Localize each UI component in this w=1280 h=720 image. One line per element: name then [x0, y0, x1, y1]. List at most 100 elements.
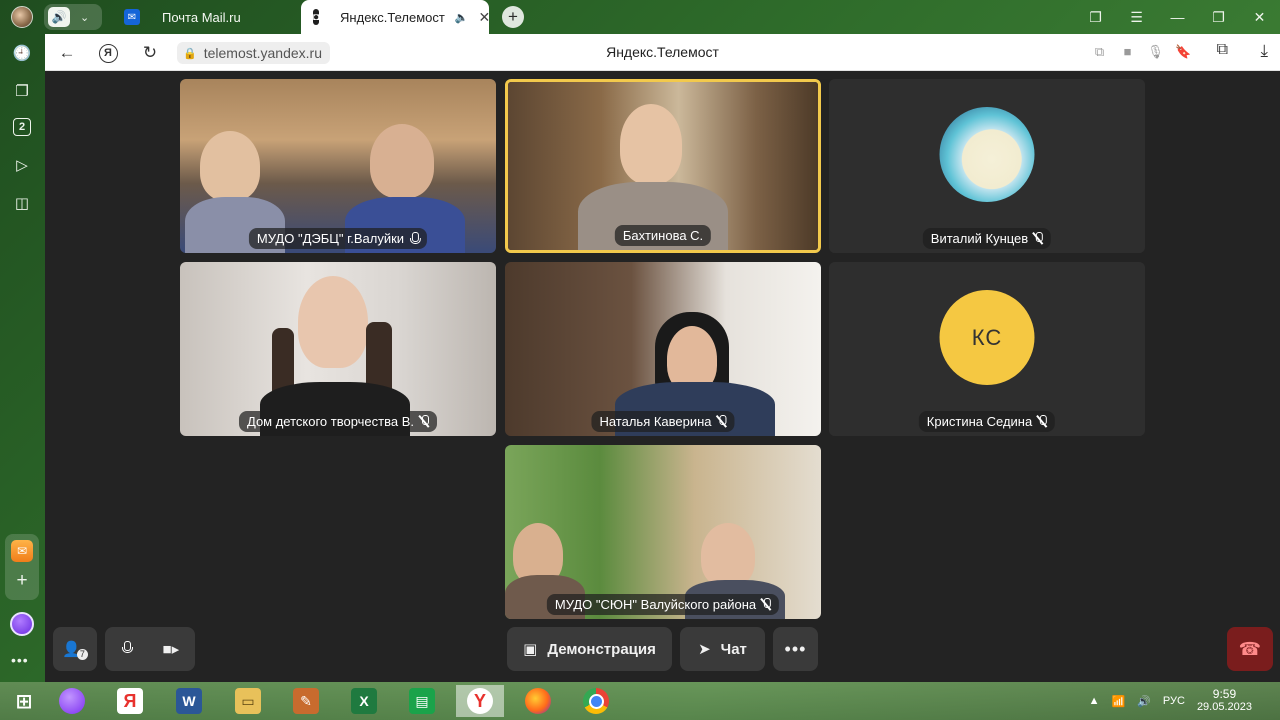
minimize-icon[interactable]: —: [1157, 0, 1198, 34]
video-play-icon[interactable]: ▷: [11, 154, 33, 176]
mail-ru-icon: ✉: [124, 9, 140, 25]
restore-icon[interactable]: ❐: [1198, 0, 1239, 34]
taskbar-yandex-app[interactable]: Я: [106, 685, 154, 717]
participant-name: МУДО "СЮН" Валуйского района: [554, 597, 757, 612]
participant-name-pill: Бахтинова С.: [614, 225, 712, 246]
taskbar-alice[interactable]: [48, 685, 96, 717]
network-icon[interactable]: 📶: [1112, 695, 1126, 708]
tab-audio-icon[interactable]: 🔈: [455, 11, 469, 24]
tab-telemost[interactable]: ◘ Яндекс.Телемост 🔈 ✕: [301, 0, 491, 34]
taskbar-yandex-browser[interactable]: Y: [456, 685, 504, 717]
microphone-muted-icon: [717, 415, 727, 428]
folder-icon: ▭: [235, 688, 261, 714]
extensions-icon[interactable]: ⧉: [1217, 41, 1228, 59]
clock[interactable]: 9:59 29.05.2023: [1197, 688, 1252, 714]
participant-name-pill: Дом детского творчества В.: [238, 411, 438, 432]
microphone-muted-icon: [1033, 232, 1044, 245]
hang-up-button[interactable]: ☎: [1227, 627, 1273, 671]
more-options-button[interactable]: •••: [773, 627, 818, 671]
audio-tabs-button[interactable]: 🔊 ⌄: [44, 4, 102, 30]
history-icon[interactable]: 🕘: [11, 42, 33, 64]
participant-tile[interactable]: Наталья Каверина: [505, 262, 821, 436]
taskbar-word[interactable]: W: [165, 685, 213, 717]
start-button[interactable]: ⊞: [0, 685, 48, 717]
close-window-icon[interactable]: ✕: [1239, 0, 1280, 34]
participant-name-pill: МУДО "ДЭБЦ" г.Валуйки: [248, 228, 428, 249]
screen-share-button[interactable]: ▣ Демонстрация: [507, 627, 672, 671]
participant-name-pill: Виталий Кунцев: [922, 228, 1052, 249]
screen-share-label: Демонстрация: [547, 640, 656, 658]
tab-mail-ru[interactable]: ✉ Почта Mail.ru: [112, 0, 300, 34]
more-icon: •••: [784, 638, 807, 659]
close-tab-icon[interactable]: ✕: [479, 9, 491, 26]
microphone-icon[interactable]: 🎙: [1147, 44, 1164, 60]
bookmarks-panel-icon[interactable]: ❐: [1075, 0, 1116, 34]
participant-video: [180, 79, 496, 253]
tab-label: Яндекс.Телемост: [340, 9, 445, 25]
profile-avatar: [11, 6, 33, 28]
tabs-count: 2: [13, 118, 31, 136]
language-indicator[interactable]: РУС: [1163, 695, 1185, 707]
firefox-icon: [525, 688, 551, 714]
tab-label: Почта Mail.ru: [162, 9, 241, 25]
store-icon: ▤: [409, 688, 435, 714]
browser-tab-strip: 🔊 ⌄ ✉ Почта Mail.ru ◘ Яндекс.Телемост 🔈 …: [0, 0, 1280, 34]
windows-logo-icon: ⊞: [15, 690, 33, 713]
participant-name: МУДО "ДЭБЦ" г.Валуйки: [256, 231, 405, 246]
participant-count-badge: 7: [76, 648, 88, 660]
windows-taskbar: ⊞ Я W ▭ ✎ X ▤ Y ▲ 📶 🔊 РУС 9:59 29.05.202…: [0, 682, 1280, 720]
profile-avatar-button[interactable]: [9, 4, 35, 30]
system-tray: ▲ 📶 🔊 РУС 9:59 29.05.2023: [1089, 682, 1270, 720]
download-icon[interactable]: ⤓: [1260, 41, 1268, 61]
camera-icon: ■▸: [162, 641, 180, 658]
participant-tile[interactable]: КС Кристина Седина: [829, 262, 1145, 436]
chat-button[interactable]: ➤ Чат: [680, 627, 765, 671]
address-bar: ← Я ↻ Яндекс.Телемост 🔒 telemost.yandex.…: [45, 34, 1280, 71]
taskbar-store[interactable]: ▤: [398, 685, 446, 717]
url-field[interactable]: 🔒 telemost.yandex.ru: [177, 42, 330, 64]
url-text: telemost.yandex.ru: [203, 45, 322, 61]
microphone-button[interactable]: [121, 640, 133, 658]
add-participant-button[interactable]: 👤 7: [53, 627, 97, 671]
participant-video: [505, 262, 821, 436]
taskbar-utility[interactable]: ✎: [282, 685, 330, 717]
collections-icon[interactable]: ❐: [11, 80, 33, 102]
chrome-icon: [583, 688, 609, 714]
bookmark-icon[interactable]: 🔖: [1175, 44, 1192, 60]
taskbar-firefox[interactable]: [514, 685, 562, 717]
alice-icon: [59, 688, 85, 714]
screenshot-icon[interactable]: ◫: [11, 192, 33, 214]
taskbar-chrome[interactable]: [572, 685, 620, 717]
menu-icon[interactable]: ☰: [1116, 0, 1157, 34]
media-controls: ■▸: [105, 627, 195, 671]
participant-tile[interactable]: МУДО "ДЭБЦ" г.Валуйки: [180, 79, 496, 253]
participant-tile-speaking[interactable]: Бахтинова С.: [505, 79, 821, 253]
participant-name-pill: Наталья Каверина: [591, 411, 735, 432]
screen-share-icon: ▣: [523, 641, 538, 658]
more-icon[interactable]: •••: [11, 652, 29, 668]
volume-icon[interactable]: 🔊: [1137, 695, 1151, 708]
camera-button[interactable]: ■▸: [163, 640, 180, 658]
add-app-icon[interactable]: +: [11, 570, 33, 592]
participant-tile[interactable]: МУДО "СЮН" Валуйского района: [505, 445, 821, 619]
sidebar-apps: ✉ +: [5, 534, 39, 600]
tray-expand-icon[interactable]: ▲: [1089, 695, 1100, 707]
participant-name: Кристина Седина: [926, 414, 1033, 429]
picture-in-picture-icon[interactable]: ⧉: [1091, 44, 1108, 60]
mail-app-icon[interactable]: ✉: [11, 540, 33, 562]
telemost-icon: ◘: [313, 9, 320, 25]
participant-tile[interactable]: Виталий Кунцев: [829, 79, 1145, 253]
participant-name: Виталий Кунцев: [930, 231, 1029, 246]
taskbar-file-explorer[interactable]: ▭: [224, 685, 272, 717]
new-tab-button[interactable]: +: [502, 6, 524, 28]
participant-tile[interactable]: Дом детского творчества В.: [180, 262, 496, 436]
window-controls: ❐ ☰ — ❐ ✕: [1075, 0, 1280, 34]
alice-assistant-icon[interactable]: [10, 612, 34, 636]
clock-time: 9:59: [1212, 687, 1237, 701]
camera-icon[interactable]: ■: [1119, 44, 1136, 60]
tabs-count-button[interactable]: 2: [11, 116, 33, 138]
participant-name-pill: Кристина Седина: [918, 411, 1056, 432]
yandex-browser-icon: Y: [467, 688, 493, 714]
taskbar-excel[interactable]: X: [340, 685, 388, 717]
initials-avatar: КС: [939, 290, 1035, 385]
